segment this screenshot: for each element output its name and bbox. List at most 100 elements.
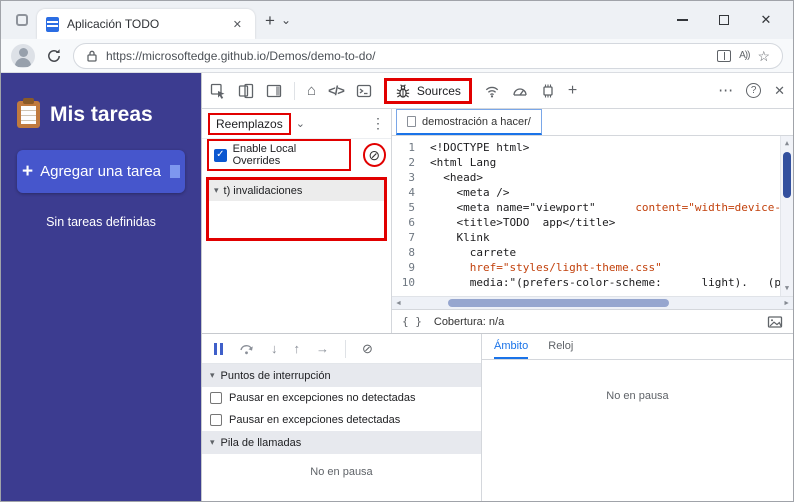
pause-script-icon[interactable] <box>214 342 223 355</box>
pause-uncaught-label[interactable]: Pausar en excepciones no detectadas <box>229 392 416 404</box>
breakpoints-section-header[interactable]: ▾ Puntos de interrupción <box>202 364 481 387</box>
overrides-folder-item[interactable]: ▾ t) invalidaciones <box>209 180 384 201</box>
inspect-icon[interactable] <box>210 83 226 99</box>
add-task-button[interactable]: + Agregar una tarea <box>17 150 185 193</box>
pretty-print-icon[interactable]: { } <box>402 315 422 328</box>
window-close-button[interactable]: ✕ <box>745 1 787 39</box>
editor-status-bar: { } Cobertura: n/a <box>392 309 793 333</box>
deactivate-breakpoints-icon[interactable]: ⊘ <box>362 342 373 355</box>
callstack-section-header[interactable]: ▾ Pila de llamadas <box>202 431 481 454</box>
code-line: <head> <box>430 170 793 185</box>
enable-overrides-row: ✓ Enable Local Overrides ⊘ <box>202 139 391 171</box>
enable-overrides-control[interactable]: ✓ Enable Local Overrides <box>207 139 351 171</box>
code-line: <title>TODO app</title> <box>430 215 793 230</box>
browser-tab[interactable]: Aplicación TODO ✕ <box>37 9 255 39</box>
line-number[interactable]: 2 <box>392 155 415 170</box>
dock-panel-icon[interactable] <box>266 83 282 99</box>
vertical-scroll-thumb[interactable] <box>783 152 791 198</box>
avatar-body <box>15 57 31 67</box>
section-triangle-icon: ▾ <box>210 370 215 380</box>
scroll-right-icon[interactable]: ► <box>783 300 790 307</box>
tab-actions-icon[interactable] <box>11 9 33 31</box>
tab-scope[interactable]: Ámbito <box>494 334 529 359</box>
read-aloud-icon[interactable]: A)) <box>739 50 750 61</box>
vertical-scrollbar[interactable]: ▲ ▼ <box>780 136 793 296</box>
horizontal-scroll-thumb[interactable] <box>448 299 669 307</box>
editor-tab[interactable]: demostración a hacer/ <box>396 109 542 135</box>
enable-overrides-checkbox[interactable]: ✓ <box>214 148 227 162</box>
more-options-icon[interactable]: ⋯ <box>718 83 733 98</box>
line-number[interactable]: 1 <box>392 140 415 155</box>
step-over-icon[interactable] <box>239 341 255 357</box>
step-icon[interactable]: → <box>316 342 329 355</box>
toolbar-separator <box>294 81 295 100</box>
tab-watch[interactable]: Reloj <box>548 334 573 359</box>
line-number[interactable]: 3 <box>392 170 415 185</box>
clear-overrides-button[interactable]: ⊘ <box>362 143 386 167</box>
tab-title: Aplicación TODO <box>67 17 160 31</box>
new-tab-button[interactable]: + <box>265 12 275 29</box>
scroll-up-icon[interactable]: ▲ <box>785 136 789 151</box>
line-number[interactable]: 5 <box>392 200 415 215</box>
split-screen-icon[interactable] <box>717 49 732 62</box>
line-number[interactable]: 9 <box>392 260 415 275</box>
horizontal-scrollbar[interactable]: ◄ ► <box>392 296 793 309</box>
tab-list-chevron-icon[interactable]: ⌄ <box>281 13 291 27</box>
url-text: https://microsoftedge.github.io/Demos/de… <box>106 48 376 63</box>
elements-icon[interactable]: </> <box>328 84 345 97</box>
dropdown-chevron-icon[interactable]: ⌄ <box>296 117 305 130</box>
help-icon[interactable]: ? <box>746 83 762 98</box>
minimize-button[interactable] <box>661 1 703 39</box>
memory-icon[interactable] <box>540 83 556 99</box>
minimize-icon <box>676 19 688 21</box>
pause-caught-checkbox[interactable] <box>210 414 222 426</box>
console-icon[interactable] <box>356 83 372 99</box>
step-out-icon[interactable]: ↑ <box>294 342 301 355</box>
code-line: media:"(prefers-color-scheme: light). (p… <box>430 275 793 290</box>
code-text: Klink <box>430 231 490 244</box>
clipboard-paper <box>21 106 36 124</box>
callstack-not-paused-text: No en pausa <box>310 466 373 478</box>
tab-actions-glyph <box>16 14 28 26</box>
step-into-icon[interactable]: ↓ <box>271 342 278 355</box>
bug-icon <box>396 83 410 98</box>
section-triangle-icon: ▾ <box>210 437 215 447</box>
home-icon[interactable]: ⌂ <box>307 83 316 98</box>
address-bar[interactable]: https://microsoftedge.github.io/Demos/de… <box>73 42 783 69</box>
scope-not-paused-text: No en pausa <box>606 390 669 402</box>
pause-uncaught-checkbox[interactable] <box>210 392 222 404</box>
tree-triangle-icon[interactable]: ▾ <box>214 185 219 196</box>
enable-overrides-label[interactable]: Enable Local Overrides <box>233 143 344 167</box>
code-text: <head> <box>430 171 483 184</box>
more-tools-plus-icon[interactable]: + <box>568 82 577 99</box>
code-lines: <!DOCTYPE html> <html Lang <head> <meta … <box>422 140 793 296</box>
line-number[interactable]: 8 <box>392 245 415 260</box>
line-number[interactable]: 10 <box>392 275 415 290</box>
close-devtools-icon[interactable]: ✕ <box>774 83 785 99</box>
line-number-gutter[interactable]: 1 2 3 4 5 6 7 8 9 10 <box>392 140 422 296</box>
code-text: <html Lang <box>430 156 497 169</box>
network-icon[interactable] <box>484 83 500 99</box>
tab-close-icon[interactable]: ✕ <box>229 16 246 33</box>
image-preview-icon[interactable] <box>767 314 783 330</box>
refresh-button[interactable] <box>45 47 63 65</box>
line-number[interactable]: 4 <box>392 185 415 200</box>
line-number[interactable]: 7 <box>392 230 415 245</box>
device-emulation-icon[interactable] <box>238 83 254 99</box>
sources-tab[interactable]: Sources <box>383 77 472 104</box>
add-task-label: Agregar una tarea <box>40 163 162 180</box>
profile-avatar[interactable] <box>11 43 35 68</box>
line-number[interactable]: 6 <box>392 215 415 230</box>
scroll-left-icon[interactable]: ◄ <box>395 300 402 307</box>
performance-icon[interactable] <box>512 83 528 99</box>
debugger-toolbar: ↓ ↑ → ⊘ <box>202 334 481 364</box>
lock-icon[interactable] <box>86 49 98 63</box>
overrides-dropdown[interactable]: Reemplazos <box>208 112 291 135</box>
code-area[interactable]: 1 2 3 4 5 6 7 8 9 10 <!DOCTYPE html> <ht… <box>392 136 793 296</box>
scroll-down-icon[interactable]: ▼ <box>785 281 789 296</box>
maximize-button[interactable] <box>703 1 745 39</box>
code-text: carrete <box>430 246 517 259</box>
pause-caught-label[interactable]: Pausar en excepciones detectadas <box>229 414 400 426</box>
favorites-star-icon[interactable]: ☆ <box>757 49 770 63</box>
sidebar-more-icon[interactable]: ⋮ <box>371 115 385 132</box>
